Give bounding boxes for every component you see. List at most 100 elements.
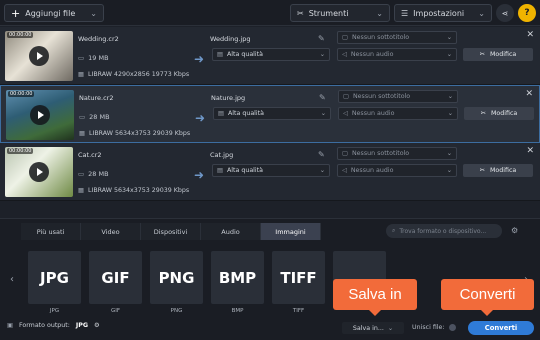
remove-file-icon[interactable]: ✕ xyxy=(526,30,534,40)
speaker-icon: ◁ xyxy=(342,51,347,58)
format-tile: TIFF xyxy=(272,251,325,304)
output-format: ▣ Formato output: JPG ⚙ xyxy=(7,322,100,329)
subtitle-value: Nessun sottotitolo xyxy=(352,93,411,100)
play-icon[interactable] xyxy=(30,105,50,125)
subtitle-icon: ▢ xyxy=(343,93,349,100)
tab-video[interactable]: Video xyxy=(81,223,141,240)
chevron-down-icon: ⌄ xyxy=(446,34,452,41)
file-row[interactable]: 00:00:00 Nature.cr2 ▭ 28 MB ▦ LIBRAW 563… xyxy=(0,85,540,143)
format-caption: JPG xyxy=(49,308,60,314)
format-caption: BMP xyxy=(231,308,244,314)
audio-dropdown[interactable]: ◁ Nessun audio ⌄ xyxy=(337,164,457,177)
quality-icon: ▤ xyxy=(217,167,223,174)
audio-dropdown[interactable]: ◁ Nessun audio ⌄ xyxy=(337,48,457,61)
quality-dropdown[interactable]: ▤ Alta qualità ⌄ xyxy=(212,164,330,177)
file-info: ▦ LIBRAW 4290x2856 19773 Kbps xyxy=(78,71,189,78)
file-row[interactable]: 00:00:00 Cat.cr2 ▭ 28 MB ▦ LIBRAW 5634x3… xyxy=(0,143,540,201)
scroll-left-icon[interactable]: ‹ xyxy=(10,274,14,285)
quality-value: Alta qualità xyxy=(226,51,264,58)
share-button[interactable]: ⋖ xyxy=(496,4,514,22)
output-settings-icon[interactable]: ⚙ xyxy=(94,322,100,329)
rename-pencil-icon[interactable]: ✎ xyxy=(318,34,325,43)
file-icon: ▭ xyxy=(79,113,86,121)
format-tile: PNG xyxy=(150,251,203,304)
tab-images[interactable]: Immagini xyxy=(261,223,321,240)
format-item[interactable]: PNG PNG xyxy=(150,251,203,314)
format-item[interactable]: BMP BMP xyxy=(211,251,264,314)
audio-value: Nessun audio xyxy=(350,51,394,58)
chevron-down-icon: ⌄ xyxy=(319,51,325,58)
chevron-down-icon: ⌄ xyxy=(446,150,452,157)
subtitle-dropdown[interactable]: ▢ Nessun sottotitolo ⌄ xyxy=(337,147,457,160)
save-to-dropdown[interactable]: Salva in... ⌄ xyxy=(342,322,404,334)
merge-files: Unisci file: xyxy=(412,324,456,331)
chevron-down-icon: ⌄ xyxy=(478,8,485,18)
subtitle-dropdown[interactable]: ▢ Nessun sottotitolo ⌄ xyxy=(338,90,458,103)
add-files-label: Aggiungi file xyxy=(25,8,76,18)
settings-button[interactable]: ☰ Impostazioni ⌄ xyxy=(394,4,492,22)
add-files-button[interactable]: + Aggiungi file ⌄ xyxy=(4,4,104,22)
edit-label: Modifica xyxy=(490,110,518,117)
output-file-name: Wedding.jpg xyxy=(210,35,251,43)
file-row[interactable]: 00:00:00 Wedding.cr2 ▭ 19 MB ▦ LIBRAW 42… xyxy=(0,27,540,85)
help-button[interactable]: ? xyxy=(518,4,536,22)
input-file-name: Wedding.cr2 xyxy=(78,35,119,43)
file-size-value: 28 MB xyxy=(89,113,110,121)
quality-dropdown[interactable]: ▤ Alta qualità ⌄ xyxy=(213,107,331,120)
quality-value: Alta qualità xyxy=(226,167,264,174)
question-icon: ? xyxy=(524,8,530,18)
tools-button[interactable]: ✂ Strumenti ⌄ xyxy=(290,4,390,22)
export-settings-icon[interactable]: ⚙ xyxy=(511,226,518,235)
edit-button[interactable]: ✂ Modifica xyxy=(463,164,533,177)
quality-dropdown[interactable]: ▤ Alta qualità ⌄ xyxy=(212,48,330,61)
duration-label: 00:00:00 xyxy=(8,91,35,97)
format-item[interactable]: GIF GIF xyxy=(89,251,142,314)
audio-value: Nessun audio xyxy=(350,167,394,174)
speaker-icon: ◁ xyxy=(342,167,347,174)
input-file-name: Cat.cr2 xyxy=(78,151,102,159)
play-icon[interactable] xyxy=(29,162,49,182)
output-format-label: Formato output: xyxy=(18,322,70,329)
tab-audio[interactable]: Audio xyxy=(201,223,261,240)
tools-label: Strumenti xyxy=(308,8,349,18)
search-placeholder: Trova formato o dispositivo... xyxy=(399,227,487,235)
output-file-name: Cat.jpg xyxy=(210,151,234,159)
rename-pencil-icon[interactable]: ✎ xyxy=(318,150,325,159)
remove-file-icon[interactable]: ✕ xyxy=(526,146,534,156)
tab-most-used[interactable]: Più usati xyxy=(21,223,81,240)
output-format-icon: ▣ xyxy=(7,322,13,329)
chevron-down-icon: ⌄ xyxy=(447,93,453,100)
play-icon[interactable] xyxy=(29,46,49,66)
subtitle-dropdown[interactable]: ▢ Nessun sottotitolo ⌄ xyxy=(337,31,457,44)
format-item[interactable]: JPG JPG xyxy=(28,251,81,314)
edit-button[interactable]: ✂ Modifica xyxy=(464,107,534,120)
file-thumbnail[interactable]: 00:00:00 xyxy=(5,31,73,81)
file-info-value: LIBRAW 5634x3753 29039 Kbps xyxy=(88,130,191,137)
file-size-value: 19 MB xyxy=(88,54,109,62)
edit-button[interactable]: ✂ Modifica xyxy=(463,48,533,61)
chevron-down-icon: ⌄ xyxy=(320,110,326,117)
share-icon: ⋖ xyxy=(501,8,509,18)
remove-file-icon[interactable]: ✕ xyxy=(525,89,533,99)
tab-devices[interactable]: Dispositivi xyxy=(141,223,201,240)
chevron-down-icon: ⌄ xyxy=(319,167,325,174)
subtitle-icon: ▢ xyxy=(342,34,348,41)
speaker-icon: ◁ xyxy=(343,110,348,117)
file-thumbnail[interactable]: 00:00:00 xyxy=(6,90,74,140)
merge-toggle[interactable] xyxy=(448,324,456,331)
format-caption: TIFF xyxy=(292,308,305,314)
output-file-name: Nature.jpg xyxy=(211,94,246,102)
format-item[interactable]: TIFF TIFF xyxy=(272,251,325,314)
convert-button[interactable]: Converti xyxy=(468,321,534,335)
file-thumbnail[interactable]: 00:00:00 xyxy=(5,147,73,197)
rename-pencil-icon[interactable]: ✎ xyxy=(319,93,326,102)
chevron-down-icon: ⌄ xyxy=(387,324,394,332)
tools-icon: ✂ xyxy=(297,8,304,18)
audio-dropdown[interactable]: ◁ Nessun audio ⌄ xyxy=(338,107,458,120)
convert-arrow-icon: ➜ xyxy=(194,168,205,182)
format-search-input[interactable]: ⌕ Trova formato o dispositivo... xyxy=(386,224,502,238)
scissors-icon: ✂ xyxy=(479,51,485,58)
file-info: ▦ LIBRAW 5634x3753 29039 Kbps xyxy=(79,130,190,137)
file-icon: ▭ xyxy=(78,54,85,62)
edit-label: Modifica xyxy=(489,167,517,174)
